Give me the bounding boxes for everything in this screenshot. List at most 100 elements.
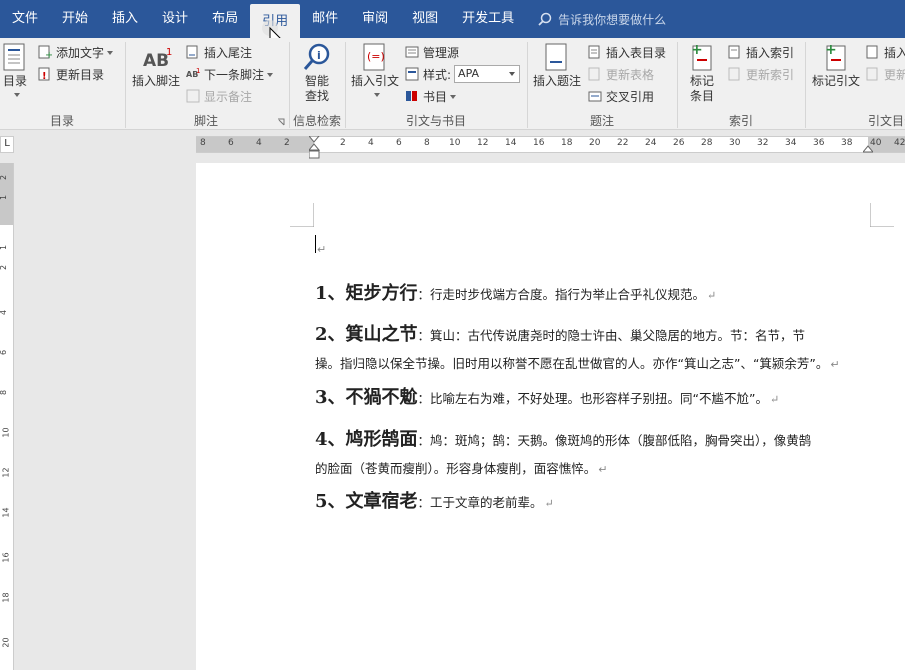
bibliography-button[interactable]: 书目 xyxy=(405,86,457,106)
ruler-number: 32 xyxy=(757,138,769,148)
tab-developer[interactable]: 开发工具 xyxy=(450,0,526,38)
paragraph-1: 1、矩步方行：行走时步伐端方合度。指行为举止合乎礼仪规范。 ↵ xyxy=(315,279,716,305)
update-toc-button[interactable]: ! 更新目录 xyxy=(38,64,104,84)
ruler-number: 28 xyxy=(701,138,713,148)
search-icon xyxy=(538,12,552,26)
insert-toa-button[interactable]: 插入 xyxy=(866,42,905,62)
insert-caption-button[interactable]: 插入题注 xyxy=(532,42,582,89)
ruler-number: 4 xyxy=(368,138,374,148)
tab-selector[interactable]: L xyxy=(0,136,14,153)
idiom-heading: 2、箕山之节 xyxy=(315,324,418,345)
tab-design[interactable]: 设计 xyxy=(150,0,200,38)
bibliography-label: 书目 xyxy=(423,89,448,104)
ruler-number: 26 xyxy=(673,138,685,148)
mark-citation-button[interactable]: + 标记引文 xyxy=(810,42,862,89)
insert-index-label: 插入索引 xyxy=(746,45,795,60)
next-footnote-button[interactable]: AB 1 下一条脚注 xyxy=(186,64,274,84)
vertical-ruler[interactable]: 2 1 1 2 4 6 8 10 12 14 16 18 20 xyxy=(0,163,14,670)
citation-style-select[interactable]: 样式: APA xyxy=(405,64,521,84)
insert-toa-icon xyxy=(866,45,880,59)
idiom-definition: ：工于文章的老前辈。 xyxy=(417,495,543,510)
paragraph-mark: ↵ xyxy=(598,463,608,476)
smart-lookup-button[interactable]: i 智能 查找 xyxy=(294,42,340,104)
ruler-number: 4 xyxy=(256,138,262,148)
indent-marker-icon[interactable] xyxy=(309,136,320,162)
group-label-captions: 题注 xyxy=(589,114,614,128)
ruler-number: 12 xyxy=(477,138,489,148)
ruler-number: 14 xyxy=(1,507,11,518)
dialog-launcher-icon[interactable] xyxy=(277,118,285,126)
update-table-label: 更新表格 xyxy=(606,67,655,82)
insert-footnote-button[interactable]: AB 1 插入脚注 xyxy=(130,42,182,89)
tab-file[interactable]: 文件 xyxy=(0,0,50,38)
toc-icon xyxy=(0,42,30,72)
chevron-down-icon xyxy=(450,94,457,102)
insert-toa-label: 插入 xyxy=(884,45,905,60)
idiom-definition: ：比喻左右为难，不好处理。也形容样子别扭。同“不尴不尬”。 xyxy=(417,391,768,406)
show-notes-button[interactable]: 显示备注 xyxy=(186,86,252,106)
tab-view[interactable]: 视图 xyxy=(400,0,450,38)
ruler-number: 20 xyxy=(1,637,11,648)
tab-review[interactable]: 审阅 xyxy=(350,0,400,38)
ruler-number: 18 xyxy=(1,592,11,603)
tab-mailings[interactable]: 邮件 xyxy=(300,0,350,38)
update-toa-icon xyxy=(866,67,880,81)
horizontal-ruler[interactable]: 8 6 4 2 2 4 6 8 10 12 14 16 18 20 22 24 … xyxy=(196,136,905,159)
add-text-button[interactable]: + 添加文字 xyxy=(38,42,114,62)
ruler-number: 6 xyxy=(396,138,402,148)
ruler-number: 18 xyxy=(561,138,573,148)
update-toa-button[interactable]: 更新 xyxy=(866,64,905,84)
ruler-number: 4 xyxy=(0,310,8,315)
insert-citation-icon: (=) xyxy=(360,42,390,72)
ruler-number: 36 xyxy=(813,138,825,148)
chevron-down-icon xyxy=(13,93,20,100)
toc-button[interactable]: 目录 xyxy=(0,42,30,100)
update-index-button[interactable]: 更新索引 xyxy=(728,64,794,84)
idiom-definition: ：行走时步伐端方合度。指行为举止合乎礼仪规范。 xyxy=(417,287,706,302)
mark-entry-label-2: 条目 xyxy=(689,89,714,103)
document-page[interactable]: ↵ 1、矩步方行：行走时步伐端方合度。指行为举止合乎礼仪规范。 ↵ 2、箕山之节 ：… xyxy=(196,163,905,670)
style-dropdown[interactable]: APA xyxy=(454,65,521,83)
idiom-definition: ：鸠：斑鸠；鹄：天鹅。像斑鸠的形体（腹部低陷，胸骨突出），像黄鹄 xyxy=(417,433,812,448)
insert-endnote-label: 插入尾注 xyxy=(204,45,253,60)
cross-reference-button[interactable]: 交叉引用 xyxy=(588,86,654,106)
ruler-number: 42 xyxy=(894,138,905,148)
idiom-heading: 5、文章宿老 xyxy=(315,491,418,512)
insert-citation-label: 插入引文 xyxy=(350,74,399,88)
insert-table-of-figures-button[interactable]: 插入表目录 xyxy=(588,42,666,62)
ruler-number: 20 xyxy=(589,138,601,148)
insert-endnote-button[interactable]: 插入尾注 xyxy=(186,42,252,62)
update-table-button[interactable]: 更新表格 xyxy=(588,64,654,84)
idiom-definition-continued: 的脸面（苍黄而瘦削）。形容身体瘦削，面容憔悴。 xyxy=(315,461,597,476)
ruler-number: 16 xyxy=(533,138,545,148)
svg-text:1: 1 xyxy=(166,47,172,58)
tab-insert[interactable]: 插入 xyxy=(100,0,150,38)
insert-index-button[interactable]: 插入索引 xyxy=(728,42,794,62)
tell-me-search[interactable]: 告诉我你想要做什么 xyxy=(538,11,666,28)
update-index-label: 更新索引 xyxy=(746,67,795,82)
toc-label: 目录 xyxy=(2,74,27,88)
ruler-number: 2 xyxy=(0,175,8,180)
update-index-icon xyxy=(728,67,742,81)
add-text-icon: + xyxy=(38,45,53,61)
group-label-citations: 引文与书目 xyxy=(405,114,466,128)
ruler-number: 1 xyxy=(0,195,8,200)
idiom-definition-continued: 操。指归隐以保全节操。旧时用以称誉不愿在乱世做官的人。亦作“箕山之志”、“箕颍余… xyxy=(315,356,829,371)
update-toc-label: 更新目录 xyxy=(56,67,105,82)
tab-layout[interactable]: 布局 xyxy=(200,0,250,38)
smart-lookup-label: 智能 xyxy=(304,74,329,88)
bibliography-icon xyxy=(405,89,419,103)
manage-sources-button[interactable]: 管理源 xyxy=(405,42,459,62)
group-label-index: 索引 xyxy=(728,114,753,128)
mark-entry-button[interactable]: + 标记 条目 xyxy=(682,42,722,104)
crop-mark-icon xyxy=(870,203,894,227)
footnote-icon: AB 1 xyxy=(141,42,172,72)
crop-mark-icon xyxy=(290,203,314,227)
cross-reference-icon xyxy=(588,89,602,103)
show-notes-icon xyxy=(186,89,200,103)
paragraph-4-line-2: 的脸面（苍黄而瘦削）。形容身体瘦削，面容憔悴。 ↵ xyxy=(315,458,607,477)
insert-citation-button[interactable]: (=) 插入引文 xyxy=(350,42,400,100)
style-label: 样式: xyxy=(423,67,452,82)
right-indent-marker-icon[interactable] xyxy=(863,144,873,154)
tab-home[interactable]: 开始 xyxy=(50,0,100,38)
